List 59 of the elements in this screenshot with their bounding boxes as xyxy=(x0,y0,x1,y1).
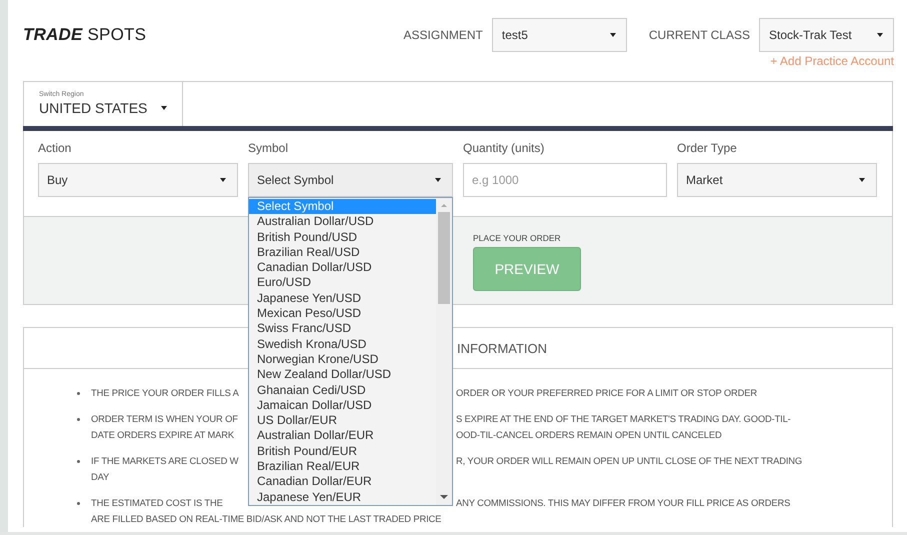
scroll-down-icon[interactable] xyxy=(440,495,448,499)
information-text: IF THE MARKETS ARE CLOSED W xyxy=(91,454,238,468)
information-text: ANY COMMISSIONS. THIS MAY DIFFER FROM YOUR FILL PRICE AS ORDERS xyxy=(456,496,790,510)
information-title: INFORMATION xyxy=(457,340,548,356)
dropdown-option[interactable]: Australian Dollar/USD xyxy=(249,214,436,230)
dropdown-option[interactable]: New Zealand Dollar/USD xyxy=(249,367,436,383)
field-label: Order Type xyxy=(677,141,738,156)
information-text: THE PRICE YOUR ORDER FILLS A xyxy=(91,386,239,400)
dropdown-option[interactable]: Jamaican Dollar/USD xyxy=(249,398,436,414)
dropdown-option[interactable]: British Pound/EUR xyxy=(249,444,436,460)
caret-icon xyxy=(161,106,168,110)
dropdown-option[interactable]: US Dollar/EUR xyxy=(249,413,436,428)
information-text: ORDER OR YOUR PREFERRED PRICE FOR A LIMIT OR STOP ORDER xyxy=(456,386,758,400)
current-class-label: CURRENT CLASS xyxy=(648,28,750,42)
information-text: S EXPIRE AT THE END OF THE TARGET MARKET'S TRADING DAY. GOOD-TIL- xyxy=(456,412,791,426)
caret-icon xyxy=(435,178,441,182)
dropdown-option[interactable]: British Pound/USD xyxy=(249,230,436,245)
caret-icon xyxy=(610,33,616,37)
information-text: DATE ORDERS EXPIRE AT MARK xyxy=(91,428,234,442)
assignment-select[interactable]: test5 xyxy=(492,18,627,52)
select-field[interactable]: Market xyxy=(677,163,877,197)
dropdown-option[interactable]: Japanese Yen/EUR xyxy=(249,490,436,505)
scroll-up-icon[interactable] xyxy=(441,204,447,207)
dropdown-option[interactable]: Norwegian Krone/USD xyxy=(249,352,436,368)
page-title: TRADE SPOTS xyxy=(23,25,146,45)
field-label: Symbol xyxy=(248,141,290,156)
place-order-caption: PLACE YOUR ORDER xyxy=(473,233,562,243)
caret-icon xyxy=(859,178,865,182)
dropdown-option[interactable]: Ghanaian Cedi/USD xyxy=(249,382,436,398)
assignment-label: ASSIGNMENT xyxy=(404,28,483,42)
dropdown-option[interactable]: Brazilian Real/EUR xyxy=(249,459,436,474)
bullet-icon xyxy=(77,460,80,463)
field-label: Quantity (units) xyxy=(463,141,546,156)
dropdown-option[interactable]: Swiss Franc/USD xyxy=(249,321,436,337)
dropdown-option[interactable]: Canadian Dollar/USD xyxy=(249,260,436,276)
current-class-select[interactable]: Stock-Trak Test xyxy=(759,18,894,52)
dropdown-option[interactable]: Brazilian Real/USD xyxy=(249,244,436,260)
information-text: OOD-TIL-CANCEL ORDERS REMAIN OPEN UNTIL CANCELED xyxy=(456,428,722,442)
quantity-field[interactable]: e.g 1000 xyxy=(463,163,667,197)
select-field[interactable]: Buy xyxy=(38,163,238,197)
caret-icon xyxy=(877,33,883,37)
information-text: DAY xyxy=(91,470,110,484)
dropdown-option[interactable]: Canadian Dollar/EUR xyxy=(249,474,436,490)
field-label: Action xyxy=(38,141,72,156)
dropdown-option[interactable]: Euro/USD xyxy=(249,275,436,291)
bullet-icon xyxy=(77,392,80,395)
bullet-icon xyxy=(77,418,80,421)
information-text: ARE FILLED BASED ON REAL-TIME BID/ASK AND NOT THE LAST TRADED PRICE xyxy=(91,512,442,526)
dropdown-option[interactable]: Swedish Krona/USD xyxy=(249,336,436,352)
dropdown-option[interactable]: Australian Dollar/EUR xyxy=(249,428,436,444)
caret-icon xyxy=(220,178,226,182)
information-text: THE ESTIMATED COST IS THE xyxy=(91,496,223,510)
dropdown-option[interactable]: Japanese Yen/USD xyxy=(249,290,436,306)
scrollbar-thumb[interactable] xyxy=(438,212,450,304)
dropdown-option[interactable]: Mexican Peso/USD xyxy=(249,306,436,322)
bullet-icon xyxy=(77,502,80,505)
select-field[interactable]: Select Symbol xyxy=(248,163,453,197)
information-text: R, YOUR ORDER WILL REMAIN OPEN UP UNTIL CLOSE OF THE NEXT TRADING xyxy=(456,454,802,468)
information-text: ORDER TERM IS WHEN YOUR OF xyxy=(91,412,238,426)
